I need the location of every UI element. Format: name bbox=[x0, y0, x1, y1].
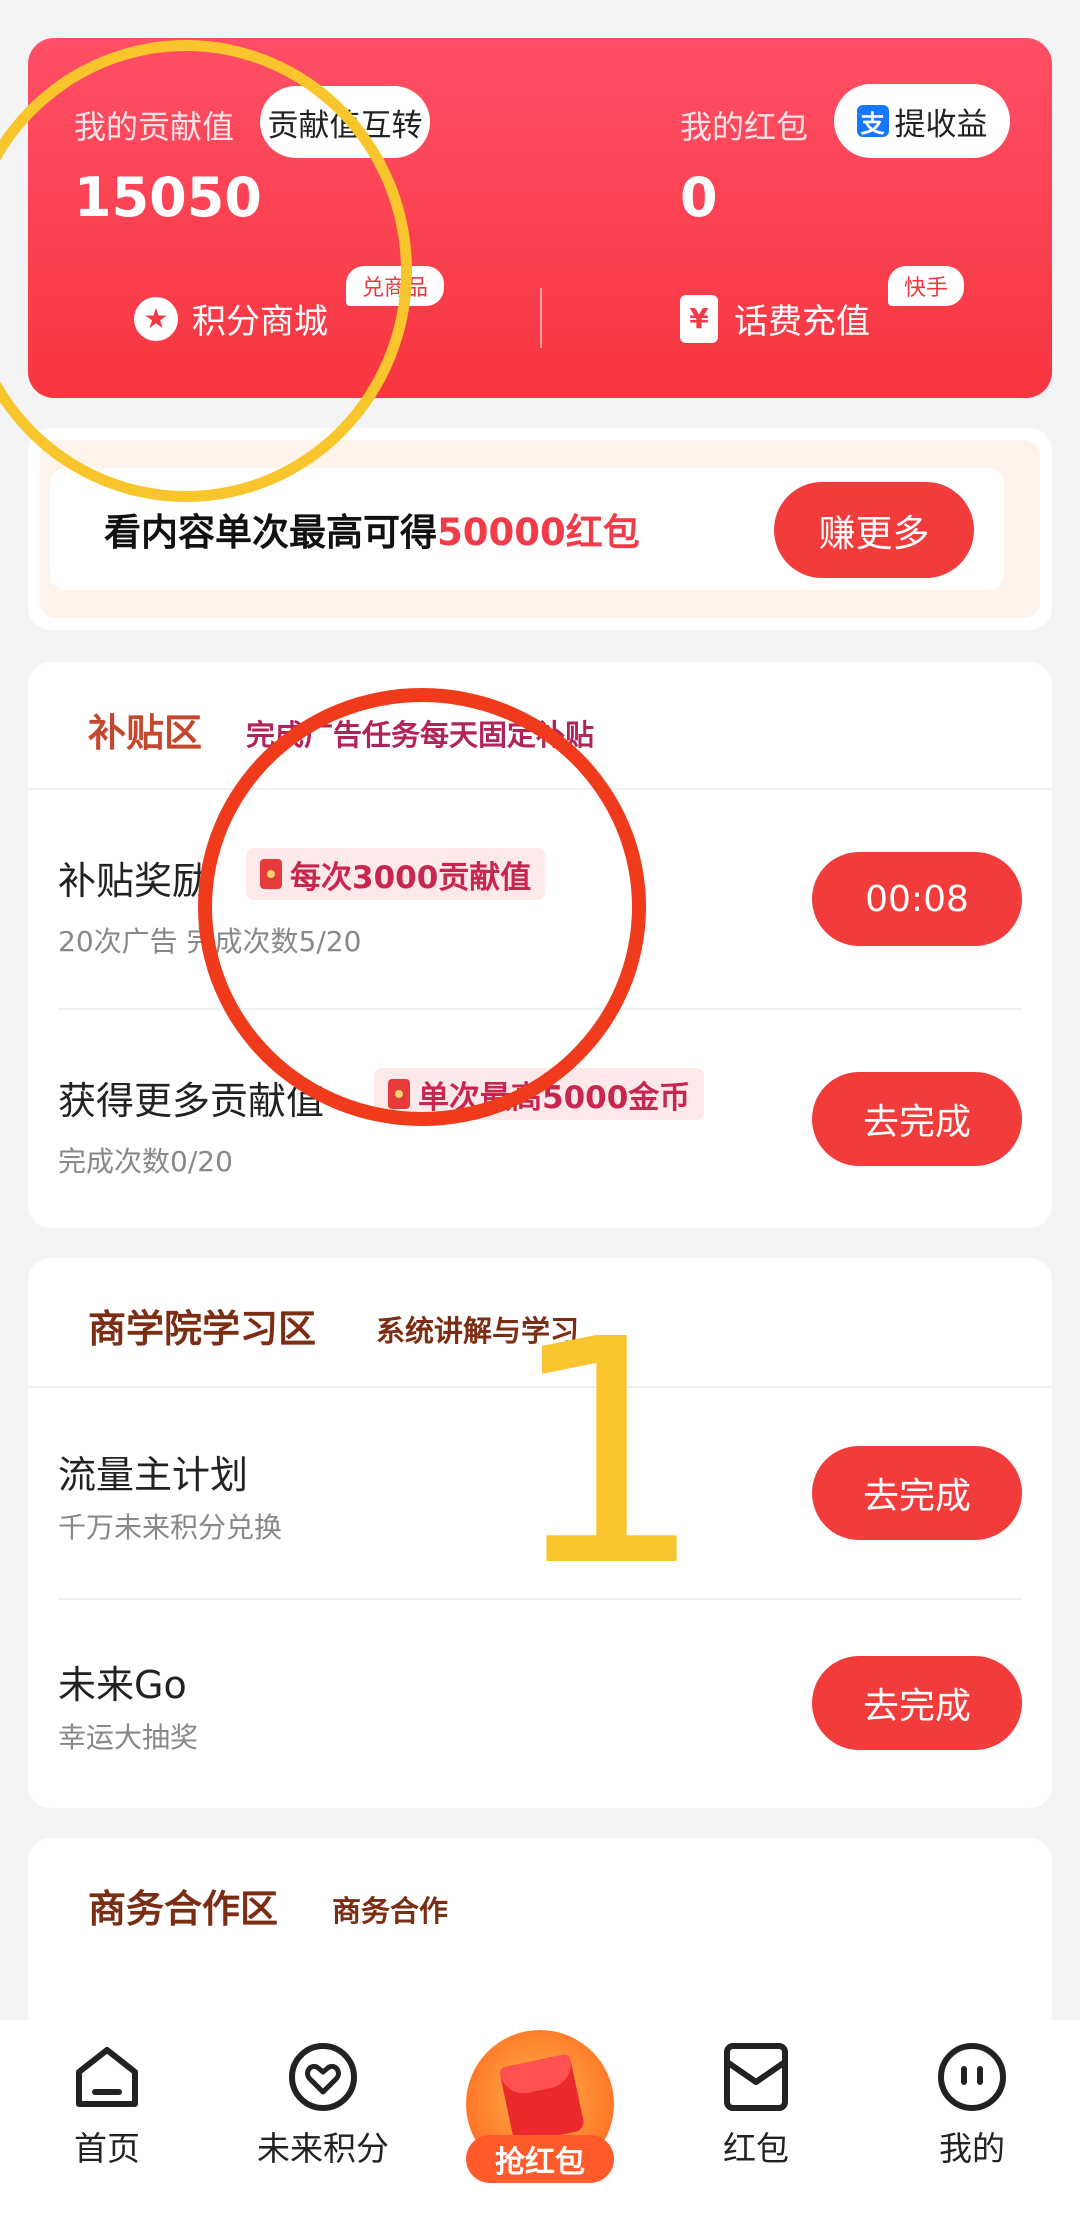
subsidy-title: 补贴区 bbox=[88, 711, 203, 755]
heart-icon bbox=[288, 2042, 358, 2112]
business-section bbox=[28, 1838, 1052, 2038]
nav-redpacket[interactable]: 红包 bbox=[676, 2042, 836, 2170]
nav-points-label: 未来积分 bbox=[257, 2129, 389, 2168]
promo-banner-text: 看内容单次最高可得50000红包 bbox=[104, 502, 640, 556]
earn-more-button[interactable]: 赚更多 bbox=[774, 482, 974, 578]
yen-icon: ¥ bbox=[680, 294, 718, 343]
phone-recharge-label: 话费充值 bbox=[734, 302, 870, 342]
alipay-icon: 支 bbox=[856, 105, 889, 138]
card-divider bbox=[540, 288, 542, 348]
phone-recharge-link[interactable]: ¥ 话费充值 bbox=[680, 294, 870, 343]
nav-home-label: 首页 bbox=[74, 2129, 140, 2168]
traffic-plan-button[interactable]: 去完成 bbox=[812, 1446, 1022, 1540]
nav-redpacket-label: 红包 bbox=[723, 2129, 789, 2168]
business-subtitle: 商务合作 bbox=[332, 1894, 449, 1928]
more-contribution-sub: 完成次数0/20 bbox=[58, 1145, 233, 1178]
business-title: 商务合作区 bbox=[88, 1887, 279, 1931]
subsidy-timer-button[interactable]: 00:08 bbox=[812, 852, 1022, 946]
grab-redpacket-label[interactable]: 抢红包 bbox=[466, 2135, 614, 2183]
promo-text-prefix: 看内容单次最高可得 bbox=[104, 511, 437, 554]
nav-mine[interactable]: 我的 bbox=[892, 2042, 1052, 2170]
recharge-tag: 快手 bbox=[888, 266, 965, 306]
academy-title: 商学院学习区 bbox=[88, 1307, 317, 1351]
withdraw-button[interactable]: 支 提收益 bbox=[834, 84, 1010, 158]
redpacket-label: 我的红包 bbox=[680, 108, 809, 146]
red-annotation-circle bbox=[198, 688, 646, 1126]
nav-mine-label: 我的 bbox=[939, 2129, 1005, 2168]
annotation-number: 1 bbox=[508, 1274, 706, 1635]
home-icon bbox=[72, 2042, 142, 2112]
nav-home[interactable]: 首页 bbox=[27, 2042, 187, 2170]
envelope-icon bbox=[721, 2042, 791, 2112]
profile-face-icon bbox=[937, 2042, 1007, 2112]
subsidy-reward-title: 补贴奖励 bbox=[58, 859, 211, 903]
future-go-sub: 幸运大抽奖 bbox=[58, 1721, 199, 1754]
withdraw-label: 提收益 bbox=[894, 106, 988, 143]
future-go-button[interactable]: 去完成 bbox=[812, 1656, 1022, 1750]
future-go-title: 未来Go bbox=[58, 1663, 187, 1707]
more-contribution-button[interactable]: 去完成 bbox=[812, 1072, 1022, 1166]
nav-points[interactable]: 未来积分 bbox=[243, 2042, 403, 2170]
traffic-plan-title: 流量主计划 bbox=[58, 1453, 249, 1497]
promo-text-highlight: 50000红包 bbox=[437, 511, 640, 554]
redpacket-value: 0 bbox=[680, 166, 718, 229]
traffic-plan-sub: 千万未来积分兑换 bbox=[58, 1511, 283, 1544]
